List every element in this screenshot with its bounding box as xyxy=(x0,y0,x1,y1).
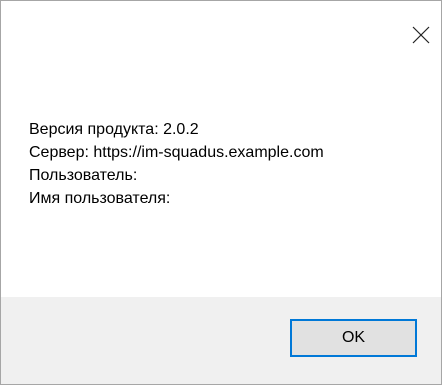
close-icon xyxy=(412,26,430,44)
ok-button[interactable]: OK xyxy=(290,319,417,357)
info-text-block: Версия продукта: 2.0.2 Сервер: https://i… xyxy=(29,118,324,210)
dialog-footer: OK xyxy=(1,297,441,384)
user-text: Пользователь: xyxy=(29,167,138,184)
about-dialog: Версия продукта: 2.0.2 Сервер: https://i… xyxy=(0,0,442,385)
close-button[interactable] xyxy=(407,21,435,49)
server-text: Сервер: https://im-squadus.example.com xyxy=(29,144,324,161)
username-text: Имя пользователя: xyxy=(29,190,171,207)
product-version-text: Версия продукта: 2.0.2 xyxy=(29,121,199,138)
